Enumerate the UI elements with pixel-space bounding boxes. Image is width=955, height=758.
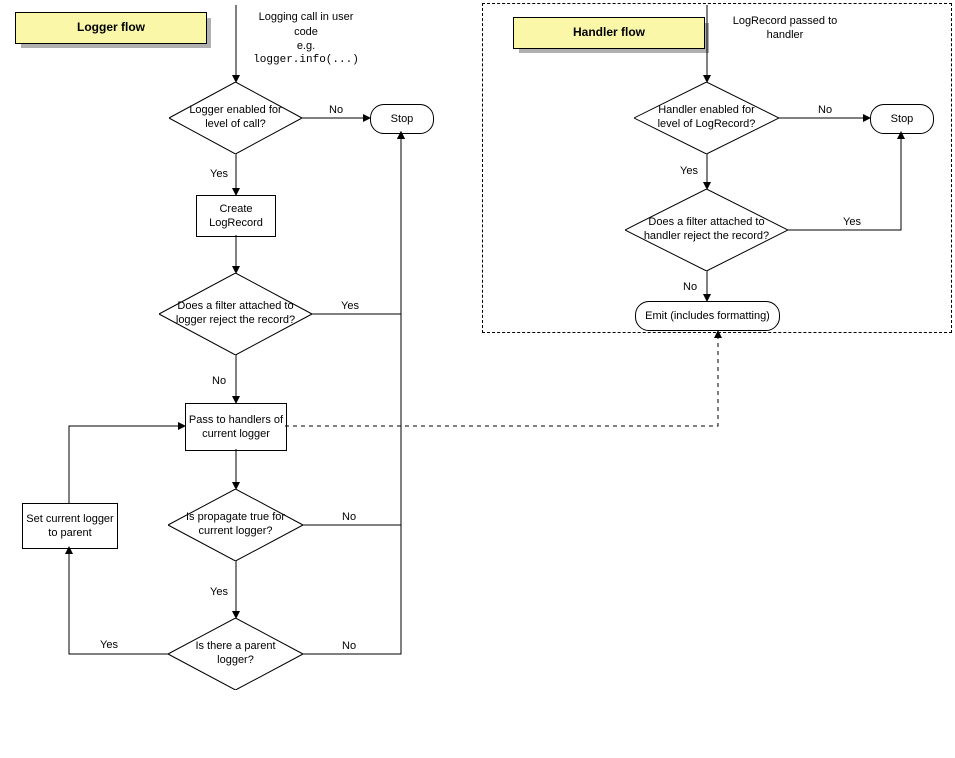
handler-stop-text: Stop <box>891 112 914 126</box>
logger-decision-parent-text: Is there a parent logger? <box>168 618 303 690</box>
logger-stop: Stop <box>370 104 434 134</box>
logger-pass-handlers: Pass to handlers of current logger <box>185 403 287 451</box>
handler-emit-text: Emit (includes formatting) <box>645 309 770 323</box>
logger-start-line3: e.g. <box>297 39 315 53</box>
handler-emit: Emit (includes formatting) <box>635 301 780 331</box>
handler-decision-enabled: Handler enabled for level of LogRecord? <box>634 82 779 154</box>
handler-flow-container <box>482 3 952 333</box>
handler-start-text: LogRecord passed to handler <box>720 14 850 42</box>
handler-decision-enabled-text: Handler enabled for level of LogRecord? <box>634 82 779 154</box>
logger-decision-enabled-text: Logger enabled for level of call? <box>169 82 302 154</box>
label-logger-parent-no: No <box>342 640 356 652</box>
logger-stop-text: Stop <box>391 112 414 126</box>
logger-start-line1: Logging call in user <box>259 10 354 24</box>
logger-decision-parent: Is there a parent logger? <box>168 618 303 690</box>
label-handler-enabled-no: No <box>818 104 832 116</box>
label-logger-enabled-yes: Yes <box>210 168 228 180</box>
logger-decision-filter: Does a filter attached to logger reject … <box>159 273 312 355</box>
logger-decision-filter-text: Does a filter attached to logger reject … <box>159 273 312 355</box>
label-logger-filter-yes: Yes <box>341 300 359 312</box>
label-logger-propagate-no: No <box>342 511 356 523</box>
logger-title: Logger flow <box>15 12 207 44</box>
handler-start-line1: LogRecord passed to <box>733 14 838 28</box>
logger-decision-propagate: Is propagate true for current logger? <box>168 489 303 561</box>
logger-create-record: Create LogRecord <box>196 195 276 237</box>
logger-start-code: logger.info(...) <box>253 53 359 67</box>
label-handler-filter-yes: Yes <box>843 216 861 228</box>
logger-set-parent-text: Set current logger to parent <box>23 512 117 541</box>
label-handler-filter-no: No <box>683 281 697 293</box>
label-logger-enabled-no: No <box>329 104 343 116</box>
logger-title-text: Logger flow <box>77 20 145 36</box>
logger-set-parent: Set current logger to parent <box>22 503 118 549</box>
handler-decision-filter: Does a filter attached to handler reject… <box>625 189 788 271</box>
logger-decision-propagate-text: Is propagate true for current logger? <box>168 489 303 561</box>
logger-start-text: Logging call in user code e.g. logger.in… <box>246 10 366 68</box>
handler-decision-filter-text: Does a filter attached to handler reject… <box>625 189 788 271</box>
logger-start-line2: code <box>294 25 318 39</box>
logger-create-record-text: Create LogRecord <box>197 202 275 231</box>
logger-pass-handlers-text: Pass to handlers of current logger <box>186 413 286 442</box>
logger-decision-enabled: Logger enabled for level of call? <box>169 82 302 154</box>
handler-start-line2: handler <box>767 28 804 42</box>
label-logger-filter-no: No <box>212 375 226 387</box>
label-handler-enabled-yes: Yes <box>680 165 698 177</box>
handler-stop: Stop <box>870 104 934 134</box>
label-logger-propagate-yes: Yes <box>210 586 228 598</box>
label-logger-parent-yes: Yes <box>100 639 118 651</box>
